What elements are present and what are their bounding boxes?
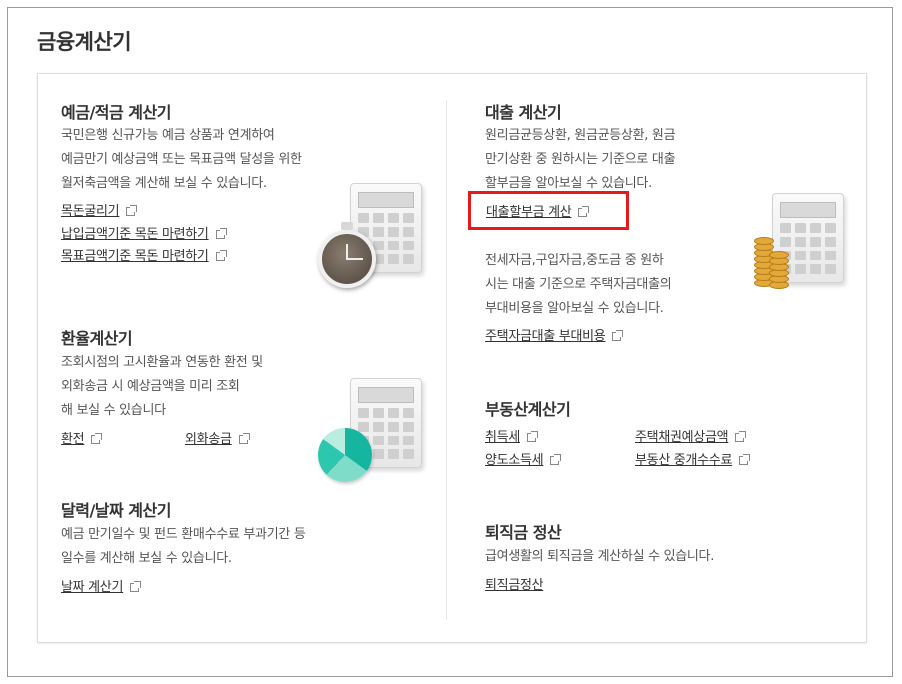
column-divider bbox=[446, 100, 447, 620]
external-link-icon bbox=[550, 454, 562, 465]
housing-loan-costs-link[interactable]: 주택자금대출 부대비용 bbox=[485, 325, 624, 344]
external-link-icon bbox=[238, 433, 250, 444]
highlight-box bbox=[468, 191, 629, 230]
acquisition-tax-link[interactable]: 취득세 bbox=[485, 426, 538, 445]
description-line: 급여생활의 퇴직금을 계산하실 수 있습니다. bbox=[485, 549, 715, 564]
external-link-icon bbox=[215, 250, 227, 261]
link-label: 주택채권예상금액 bbox=[635, 430, 729, 445]
pie-chart-icon bbox=[318, 428, 372, 482]
overseas-remittance-link[interactable]: 외화송금 bbox=[185, 428, 250, 447]
brokerage-fee-link[interactable]: 부동산 중개수수료 bbox=[635, 449, 751, 468]
link-label: 취득세 bbox=[485, 430, 520, 445]
payment-based-savings-link[interactable]: 납입금액기준 목돈 마련하기 bbox=[61, 223, 227, 242]
description-line: 예금 만기일수 및 펀드 환매수수료 부과기간 등 bbox=[61, 527, 306, 542]
external-link-icon bbox=[130, 581, 142, 592]
date-calculator-title: 달력/날짜 계산기 bbox=[61, 501, 171, 520]
link-label: 날짜 계산기 bbox=[61, 580, 124, 595]
description-line: 일수를 계산해 보실 수 있습니다. bbox=[61, 551, 232, 566]
external-link-icon bbox=[612, 330, 624, 341]
link-label: 목표금액기준 목돈 마련하기 bbox=[61, 249, 209, 264]
link-label: 목돈굴리기 bbox=[61, 204, 120, 219]
description-line: 시는 대출 기준으로 주택자금대출의 bbox=[485, 277, 672, 292]
exchange-calculator-title: 환율계산기 bbox=[61, 329, 133, 348]
real-estate-calculator-title: 부동산계산기 bbox=[485, 400, 571, 419]
link-label: 납입금액기준 목돈 마련하기 bbox=[61, 227, 209, 242]
loan-calculator-title: 대출 계산기 bbox=[485, 103, 562, 122]
external-link-icon bbox=[126, 205, 138, 216]
description-line: 외화송금 시 예상금액을 미리 조회 bbox=[61, 379, 240, 394]
target-based-savings-link[interactable]: 목표금액기준 목돈 마련하기 bbox=[61, 245, 227, 264]
description-line: 해 보실 수 있습니다 bbox=[61, 403, 166, 418]
description-line: 만기상환 중 원하시는 기준으로 대출 bbox=[485, 152, 676, 167]
link-label: 양도소득세 bbox=[485, 453, 544, 468]
housing-loan-description: 전세자금,구입자금,중도금 중 원하 시는 대출 기준으로 주택자금대출의 부대… bbox=[485, 249, 672, 321]
external-link-icon bbox=[215, 228, 227, 239]
description-line: 원리금균등상환, 원금균등상환, 원금 bbox=[485, 128, 676, 143]
severance-calculator-description: 급여생활의 퇴직금을 계산하실 수 있습니다. bbox=[485, 545, 714, 569]
link-label: 외화송금 bbox=[185, 432, 232, 447]
description-line: 국민은행 신규가능 예금 상품과 연계하여 bbox=[61, 128, 275, 143]
housing-bond-estimate-link[interactable]: 주택채권예상금액 bbox=[635, 426, 747, 445]
description-line: 예금만기 예상금액 또는 목표금액 달성을 위한 bbox=[61, 152, 302, 167]
lump-sum-investment-link[interactable]: 목돈굴리기 bbox=[61, 200, 138, 219]
description-line: 전세자금,구입자금,중도금 중 원하 bbox=[485, 253, 664, 268]
date-calculator-link[interactable]: 날짜 계산기 bbox=[61, 576, 142, 595]
severance-pay-link[interactable]: 퇴직금정산 bbox=[485, 574, 544, 593]
clock-icon bbox=[318, 222, 376, 288]
page-title: 금융계산기 bbox=[37, 30, 132, 54]
external-link-icon bbox=[91, 433, 103, 444]
loan-calculator-description: 원리금균등상환, 원금균등상환, 원금 만기상환 중 원하시는 기준으로 대출 … bbox=[485, 124, 676, 196]
exchange-calculator-description: 조회시점의 고시환율과 연동한 환전 및 외화송금 시 예상금액을 미리 조회 … bbox=[61, 351, 263, 423]
deposit-calculator-title: 예금/적금 계산기 bbox=[61, 103, 171, 122]
external-link-icon bbox=[735, 431, 747, 442]
external-link-icon bbox=[526, 431, 538, 442]
coins-icon bbox=[752, 235, 789, 295]
link-label: 부동산 중개수수료 bbox=[635, 453, 733, 468]
external-link-icon bbox=[739, 454, 751, 465]
description-line: 부대비용을 알아보실 수 있습니다. bbox=[485, 301, 664, 316]
description-line: 조회시점의 고시환율과 연동한 환전 및 bbox=[61, 355, 263, 370]
capital-gains-tax-link[interactable]: 양도소득세 bbox=[485, 449, 562, 468]
link-label: 주택자금대출 부대비용 bbox=[485, 329, 606, 344]
description-line: 월저축금액을 계산해 보실 수 있습니다. bbox=[61, 176, 267, 191]
currency-exchange-link[interactable]: 환전 bbox=[61, 428, 103, 447]
link-label: 퇴직금정산 bbox=[485, 578, 544, 593]
link-label: 환전 bbox=[61, 432, 85, 447]
deposit-calculator-description: 국민은행 신규가능 예금 상품과 연계하여 예금만기 예상금액 또는 목표금액 … bbox=[61, 124, 302, 196]
severance-calculator-title: 퇴직금 정산 bbox=[485, 523, 562, 542]
date-calculator-description: 예금 만기일수 및 펀드 환매수수료 부과기간 등 일수를 계산해 보실 수 있… bbox=[61, 523, 306, 571]
